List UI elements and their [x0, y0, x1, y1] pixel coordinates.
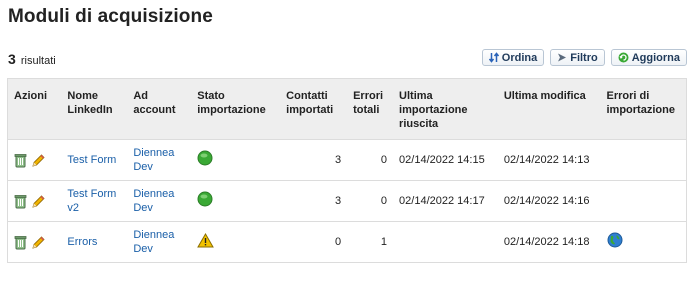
row-actions — [7, 180, 62, 222]
results-count: 3 risultati — [8, 51, 56, 67]
header-last-successful-import[interactable]: Ultima importazione riuscita — [393, 78, 498, 140]
header-ad-account[interactable]: Ad account — [127, 78, 192, 140]
refresh-button[interactable]: Aggiorna — [610, 49, 687, 66]
total-errors-cell: 0 — [347, 180, 394, 222]
page-title: Moduli di acquisizione — [8, 6, 213, 27]
pencil-icon[interactable] — [31, 194, 45, 209]
form-name-link[interactable]: Test Form — [67, 154, 116, 166]
import-errors-cell — [600, 221, 687, 263]
sort-button-label: Ordina — [501, 51, 538, 64]
header-import-errors: Errori di importazione — [600, 78, 687, 140]
ad-account-link[interactable]: Diennea Dev — [133, 188, 174, 214]
filter-icon — [558, 53, 567, 62]
forms-table: Azioni Nome LinkedIn Ad account Stato im… — [7, 78, 687, 263]
last-import-cell: 02/14/2022 14:17 — [393, 180, 498, 222]
sort-button[interactable]: Ordina — [481, 49, 545, 66]
trash-icon[interactable] — [14, 153, 27, 168]
imported-contacts-cell: 3 — [280, 139, 348, 181]
table-row: Test Form v2 Diennea Dev 3 0 02/14/2022 14:1… — [7, 180, 687, 222]
results-count-number: 3 — [8, 51, 16, 67]
last-import-cell — [393, 221, 498, 263]
ad-account-link[interactable]: Diennea Dev — [133, 229, 174, 255]
globe-icon[interactable] — [607, 232, 623, 251]
filter-button-label: Filtro — [570, 51, 598, 64]
refresh-button-label: Aggiorna — [631, 51, 680, 64]
import-errors-cell — [600, 180, 687, 222]
sort-icon — [488, 52, 499, 63]
imported-contacts-cell: 0 — [280, 221, 348, 263]
filter-button[interactable]: Filtro — [550, 49, 605, 66]
last-modified-cell: 02/14/2022 14:18 — [497, 221, 601, 263]
green-status-icon — [197, 191, 213, 210]
imported-contacts-cell: 3 — [280, 180, 348, 222]
pencil-icon[interactable] — [31, 235, 45, 250]
table-row: Test Form Diennea Dev 3 0 02/14/2022 14:15 02… — [7, 139, 687, 181]
trash-icon[interactable] — [14, 235, 27, 250]
import-errors-cell — [600, 139, 687, 181]
pencil-icon[interactable] — [31, 153, 45, 168]
ad-account-link[interactable]: Diennea Dev — [133, 147, 174, 173]
results-count-label: risultati — [20, 55, 56, 67]
row-actions — [7, 139, 62, 181]
toolbar: Ordina Filtro Aggiorna — [481, 49, 687, 66]
table-row: Errors Diennea Dev 0 1 02/14/2022 14:18 — [7, 221, 687, 263]
last-import-cell: 02/14/2022 14:15 — [393, 139, 498, 181]
warning-icon — [197, 232, 215, 251]
refresh-icon — [618, 52, 629, 63]
header-total-errors[interactable]: Errori totali — [347, 78, 394, 140]
header-imported-contacts[interactable]: Contatti importati — [280, 78, 348, 140]
form-name-link[interactable]: Errors — [67, 236, 97, 248]
total-errors-cell: 0 — [347, 139, 394, 181]
import-status-cell — [191, 180, 281, 222]
header-import-status[interactable]: Stato importazione — [191, 78, 281, 140]
import-status-cell — [191, 139, 281, 181]
header-linkedin-name[interactable]: Nome LinkedIn — [61, 78, 128, 140]
total-errors-cell: 1 — [347, 221, 394, 263]
header-actions: Azioni — [7, 78, 62, 140]
form-name-link[interactable]: Test Form v2 — [67, 188, 116, 214]
import-status-cell — [191, 221, 281, 263]
green-status-icon — [197, 150, 213, 169]
trash-icon[interactable] — [14, 194, 27, 209]
row-actions — [7, 221, 62, 263]
last-modified-cell: 02/14/2022 14:13 — [497, 139, 601, 181]
table-header-row: Azioni Nome LinkedIn Ad account Stato im… — [7, 78, 687, 140]
header-last-modified[interactable]: Ultima modifica — [497, 78, 601, 140]
last-modified-cell: 02/14/2022 14:16 — [497, 180, 601, 222]
